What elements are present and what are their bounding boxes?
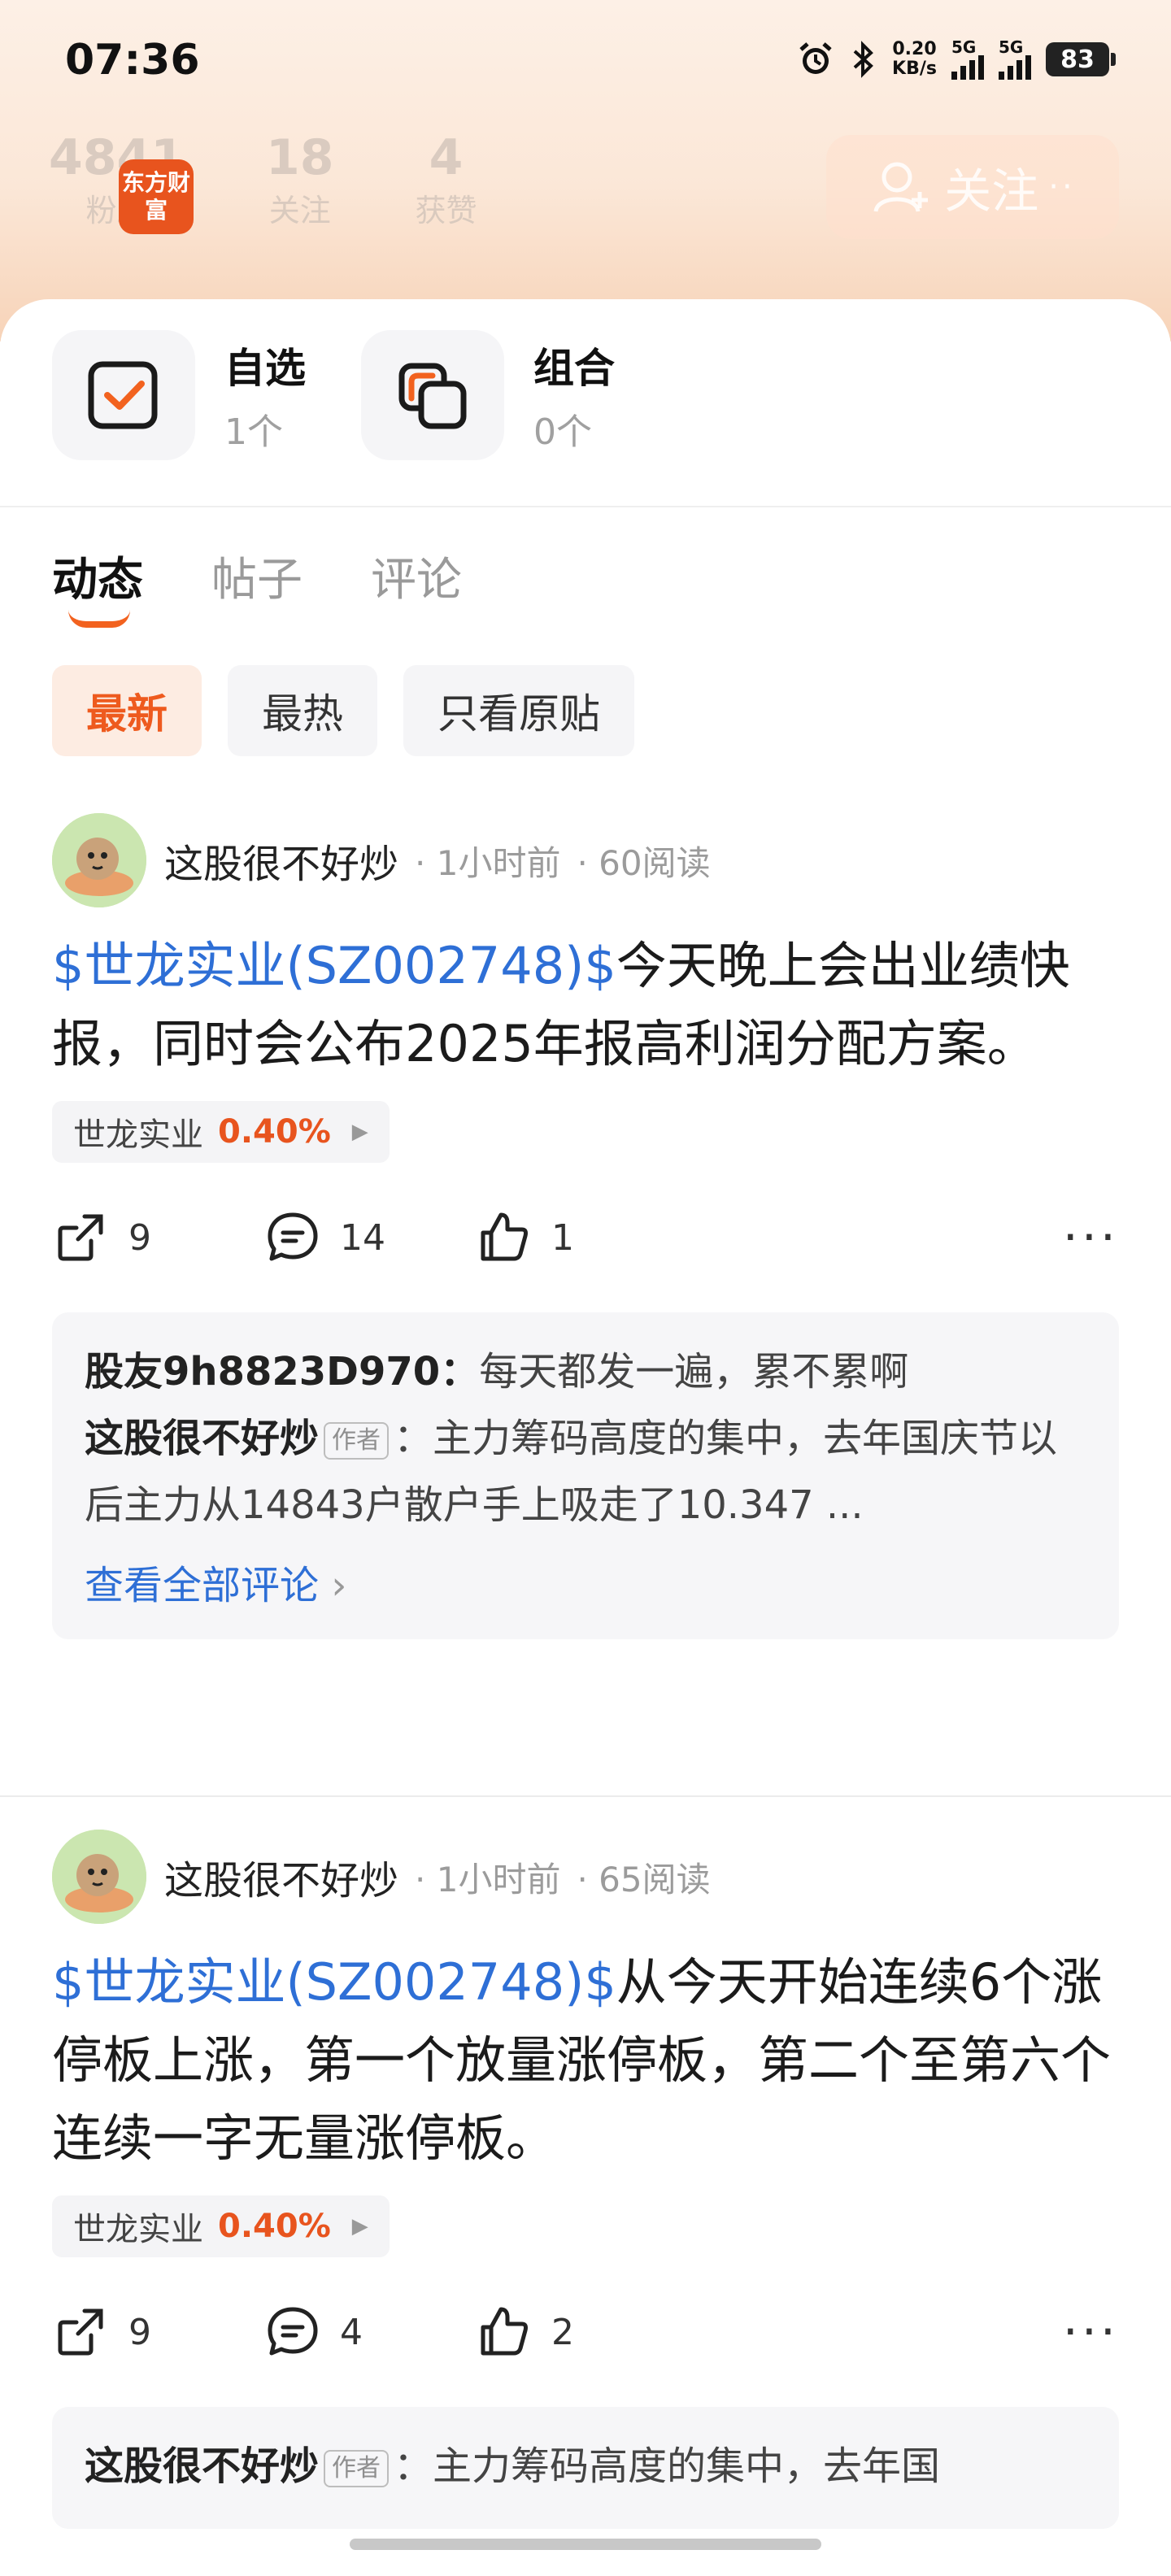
more-options-icon[interactable]: ··· [1063,1209,1119,1266]
alarm-icon [799,42,832,74]
avatar-image [52,813,146,907]
status-bar: 07:36 0.20 KB/s 5G 5G 83 [0,0,1171,130]
filter-chips: 最新 最热 只看原贴 [52,665,634,756]
tab-posts[interactable]: 帖子 [211,543,303,609]
comment-button[interactable]: 14 [263,1208,475,1267]
post-time: · 1小时前 [415,842,561,883]
like-button[interactable]: 1 [475,1208,686,1267]
thumbs-up-icon [481,2307,528,2356]
portfolio-entry[interactable]: 组合 0个 [361,330,621,460]
avatar-image [52,1830,146,1924]
comment-preview[interactable]: 股友9h8823D970：每天都发一遍，累不累啊 这股很不好炒 作者 ：主力筹码高度… [52,1312,1119,1639]
post-reads: · 65阅读 [577,1859,711,1899]
net-speed: 0.20 KB/s [892,39,937,79]
comment-icon [268,2307,318,2356]
post-author-row: 这股很不好炒 · 1小时前 · 65阅读 [52,1828,1119,1925]
active-tab-indicator [68,610,130,628]
share-icon [58,2308,103,2356]
content-card: 自选 1个 组合 0个 动态 帖子 评论 最新 最热 只看原贴 这股很不好炒 ·… [0,299,1171,2576]
post-actions: 9 14 1 ··· [52,1205,1119,1270]
author-name[interactable]: 这股很不好炒 [164,832,398,889]
thumbs-up-icon [481,1212,528,1261]
divider [0,506,1171,507]
post-item[interactable]: 这股很不好炒 · 1小时前 · 65阅读 $世龙实业(SZ002748)$从今天… [52,1828,1119,2529]
stat-following[interactable]: 18 关注 [266,130,334,230]
more-icon: ·· [1048,168,1076,206]
post-content[interactable]: $世龙实业(SZ002748)$今天晚上会出业绩快报，同时会公布2025年报高利… [52,927,1119,1083]
post-author-row: 这股很不好炒 · 1小时前 · 60阅读 [52,812,1119,909]
post-reads: · 60阅读 [577,842,711,883]
view-all-comments-link[interactable]: 查看全部评论 › [85,1553,1086,1610]
profile-header: 07:36 0.20 KB/s 5G 5G 83 4841 粉丝 18 关注 4… [0,0,1171,342]
stock-tag-link[interactable]: $世龙实业(SZ002748)$ [52,1952,616,2012]
signal-bars-icon [951,55,984,80]
stock-quote-chip[interactable]: 世龙实业 0.40% ▶ [52,2195,390,2257]
share-button[interactable]: 9 [52,1208,263,1267]
tab-comments[interactable]: 评论 [371,543,462,609]
share-icon [58,1214,103,1261]
filter-hottest[interactable]: 最热 [228,665,377,756]
avatar[interactable] [52,1830,146,1924]
more-options-icon[interactable]: ··· [1063,2304,1119,2361]
author-name[interactable]: 这股很不好炒 [164,1848,398,1905]
post-separator [0,1795,1171,1797]
like-button[interactable]: 2 [475,2303,686,2361]
add-user-icon [873,162,929,212]
clock: 07:36 [65,36,200,85]
stock-quote-chip[interactable]: 世龙实业 0.40% ▶ [52,1101,390,1163]
app-logo: 东方财富 [119,159,194,234]
follow-button[interactable]: 关注 ·· [826,135,1119,239]
quick-entries: 自选 1个 组合 0个 [52,330,621,460]
profile-stats: 4841 粉丝 18 关注 4 获赞 [49,130,477,230]
battery-indicator: 83 [1046,42,1116,76]
comment-preview[interactable]: 这股很不好炒 作者 ：主力筹码高度的集中，去年国 [52,2407,1119,2529]
home-indicator[interactable] [350,2539,821,2550]
stock-tag-link[interactable]: $世龙实业(SZ002748)$ [52,936,616,995]
watchlist-entry[interactable]: 自选 1个 [52,330,312,460]
author-badge: 作者 [324,2450,390,2487]
filter-original-only[interactable]: 只看原贴 [403,665,634,756]
bluetooth-icon [853,41,873,78]
stat-likes: 4 获赞 [415,129,477,228]
play-arrow-icon: ▶ [351,2214,368,2239]
post-actions: 9 4 2 ··· [52,2300,1119,2365]
post-content[interactable]: $世龙实业(SZ002748)$从今天开始连续6个涨停板上涨，第一个放量涨停板，… [52,1943,1119,2178]
post-time: · 1小时前 [415,1859,561,1899]
filter-latest[interactable]: 最新 [52,665,202,756]
chevron-right-icon: › [331,1563,347,1608]
comment-button[interactable]: 4 [263,2303,475,2361]
share-button[interactable]: 9 [52,2303,263,2361]
status-icons: 0.20 KB/s 5G 5G 83 [796,39,1116,80]
play-arrow-icon: ▶ [351,1120,368,1144]
comment-line: 这股很不好炒 作者 ：主力筹码高度的集中，去年国 [85,2443,941,2489]
author-badge: 作者 [324,1422,390,1460]
tab-dynamics[interactable]: 动态 [52,543,143,628]
comment-line: 这股很不好炒 作者 ：主力筹码高度的集中，去年国庆节以后主力从14843户散户手上吸… [85,1416,1058,1528]
avatar[interactable] [52,813,146,907]
signal-sim1: 5G [951,39,984,80]
signal-sim2: 5G [999,39,1031,80]
signal-bars-icon [999,55,1031,80]
comment-icon [268,1212,318,1261]
post-item[interactable]: 这股很不好炒 · 1小时前 · 60阅读 $世龙实业(SZ002748)$今天晚… [52,812,1119,1639]
comment-line: 股友9h8823D970：每天都发一遍，累不累啊 [85,1349,909,1395]
watchlist-check-icon [88,361,158,429]
portfolio-icon [398,363,467,429]
content-tabs: 动态 帖子 评论 [52,543,462,628]
